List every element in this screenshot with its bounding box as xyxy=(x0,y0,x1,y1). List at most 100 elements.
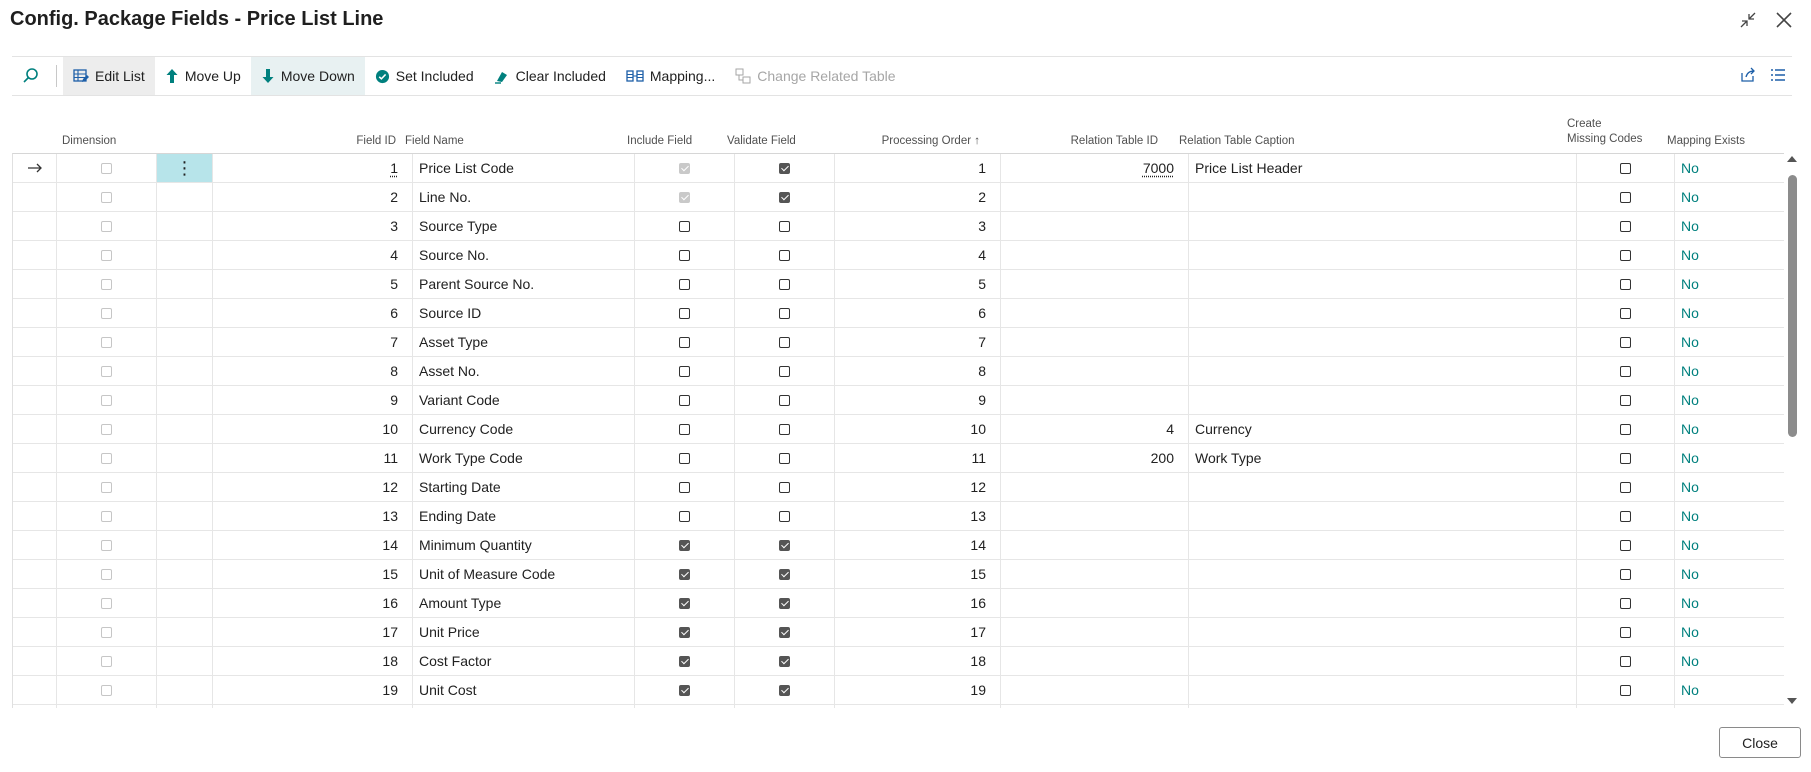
create-missing-codes-checkbox[interactable] xyxy=(1620,191,1631,203)
relation-table-id-cell[interactable] xyxy=(1001,705,1189,708)
row-indicator[interactable] xyxy=(13,473,57,501)
validate-field-checkbox[interactable] xyxy=(779,510,790,522)
processing-order-cell[interactable]: 10 xyxy=(835,415,1001,443)
create-missing-codes-checkbox[interactable] xyxy=(1620,307,1631,319)
row-indicator[interactable] xyxy=(13,183,57,211)
include-field-checkbox[interactable] xyxy=(679,249,690,261)
table-row[interactable]: 18 Cost Factor 18 No xyxy=(13,647,1784,676)
relation-table-id-cell[interactable] xyxy=(1001,328,1189,356)
table-row[interactable]: 2 Line No. 2 No xyxy=(13,183,1784,212)
create-missing-codes-checkbox[interactable] xyxy=(1620,365,1631,377)
more-icon[interactable]: ⋮ xyxy=(176,154,194,182)
validate-field-checkbox[interactable] xyxy=(779,191,790,203)
validate-field-checkbox[interactable] xyxy=(779,394,790,406)
validate-field-checkbox[interactable] xyxy=(779,336,790,348)
processing-order-cell[interactable]: 4 xyxy=(835,241,1001,269)
table-row[interactable]: 13 Ending Date 13 No xyxy=(13,502,1784,531)
mapping-exists-link[interactable]: No xyxy=(1675,183,1784,211)
table-row[interactable]: 8 Asset No. 8 No xyxy=(13,357,1784,386)
processing-order-cell[interactable]: 14 xyxy=(835,531,1001,559)
row-actions-cell[interactable] xyxy=(157,328,213,356)
row-actions-cell[interactable] xyxy=(157,212,213,240)
row-indicator[interactable] xyxy=(13,270,57,298)
row-indicator[interactable] xyxy=(13,357,57,385)
include-field-checkbox[interactable] xyxy=(679,481,690,493)
field-id-cell[interactable]: 14 xyxy=(213,531,413,559)
dimension-checkbox[interactable] xyxy=(101,626,112,638)
validate-field-checkbox[interactable] xyxy=(779,307,790,319)
table-row[interactable]: 20Line Discount %20No xyxy=(13,705,1784,708)
column-header-relation-table-caption[interactable]: Relation Table Caption xyxy=(1179,135,1295,147)
validate-field-checkbox[interactable] xyxy=(779,655,790,667)
row-indicator[interactable] xyxy=(13,241,57,269)
field-id-cell[interactable]: 11 xyxy=(213,444,413,472)
processing-order-cell[interactable]: 11 xyxy=(835,444,1001,472)
mapping-exists-link[interactable]: No xyxy=(1675,531,1784,559)
include-field-checkbox[interactable] xyxy=(679,568,690,580)
field-id-cell[interactable]: 16 xyxy=(213,589,413,617)
row-indicator[interactable] xyxy=(13,415,57,443)
create-missing-codes-checkbox[interactable] xyxy=(1620,539,1631,551)
processing-order-cell[interactable]: 12 xyxy=(835,473,1001,501)
change-related-table-button[interactable]: Change Related Table xyxy=(725,57,905,95)
validate-field-checkbox[interactable] xyxy=(779,481,790,493)
include-field-checkbox[interactable] xyxy=(679,597,690,609)
processing-order-cell[interactable]: 5 xyxy=(835,270,1001,298)
row-indicator[interactable] xyxy=(13,154,57,182)
validate-field-checkbox[interactable] xyxy=(779,423,790,435)
field-id-cell[interactable]: 19 xyxy=(213,676,413,704)
row-actions-cell[interactable] xyxy=(157,299,213,327)
processing-order-cell[interactable]: 2 xyxy=(835,183,1001,211)
include-field-checkbox[interactable] xyxy=(679,307,690,319)
row-actions-cell[interactable] xyxy=(157,270,213,298)
table-row[interactable]: 16 Amount Type 16 No xyxy=(13,589,1784,618)
mapping-button[interactable]: Mapping... xyxy=(616,57,725,95)
mapping-exists-link[interactable]: No xyxy=(1675,444,1784,472)
row-actions-cell[interactable] xyxy=(157,647,213,675)
row-actions-cell[interactable] xyxy=(157,241,213,269)
field-id-cell[interactable]: 2 xyxy=(213,183,413,211)
mapping-exists-link[interactable]: No xyxy=(1675,676,1784,704)
row-indicator[interactable] xyxy=(13,589,57,617)
row-actions-cell[interactable] xyxy=(157,415,213,443)
relation-table-id-cell[interactable] xyxy=(1001,560,1189,588)
dimension-checkbox[interactable] xyxy=(101,336,112,348)
dimension-checkbox[interactable] xyxy=(101,510,112,522)
include-field-checkbox[interactable] xyxy=(679,220,690,232)
table-row[interactable]: 11 Work Type Code 11 200 Work Type No xyxy=(13,444,1784,473)
row-actions-cell[interactable] xyxy=(157,560,213,588)
relation-table-id-cell[interactable] xyxy=(1001,589,1189,617)
table-row[interactable]: 15 Unit of Measure Code 15 No xyxy=(13,560,1784,589)
include-field-checkbox[interactable] xyxy=(679,452,690,464)
create-missing-codes-checkbox[interactable] xyxy=(1620,655,1631,667)
relation-table-id-cell[interactable] xyxy=(1001,473,1189,501)
include-field-checkbox[interactable] xyxy=(679,655,690,667)
validate-field-checkbox[interactable] xyxy=(779,539,790,551)
column-header-relation-table-id[interactable]: Relation Table ID xyxy=(1012,135,1158,147)
processing-order-cell[interactable]: 16 xyxy=(835,589,1001,617)
row-indicator[interactable] xyxy=(13,386,57,414)
relation-table-id-cell[interactable] xyxy=(1001,357,1189,385)
create-missing-codes-checkbox[interactable] xyxy=(1620,510,1631,522)
close-window-button[interactable] xyxy=(1772,8,1796,32)
include-field-checkbox[interactable] xyxy=(679,191,690,203)
mapping-exists-link[interactable]: No xyxy=(1675,270,1784,298)
processing-order-cell[interactable]: 18 xyxy=(835,647,1001,675)
include-field-checkbox[interactable] xyxy=(679,626,690,638)
field-id-cell[interactable]: 17 xyxy=(213,618,413,646)
include-field-checkbox[interactable] xyxy=(679,365,690,377)
row-actions-cell[interactable] xyxy=(157,705,213,708)
row-indicator[interactable] xyxy=(13,299,57,327)
processing-order-cell[interactable]: 13 xyxy=(835,502,1001,530)
processing-order-cell[interactable]: 6 xyxy=(835,299,1001,327)
field-id-cell[interactable]: 6 xyxy=(213,299,413,327)
set-included-button[interactable]: Set Included xyxy=(365,57,484,95)
field-id-cell[interactable]: 8 xyxy=(213,357,413,385)
mapping-exists-link[interactable]: No xyxy=(1675,328,1784,356)
row-indicator[interactable] xyxy=(13,531,57,559)
relation-table-id-cell[interactable] xyxy=(1001,241,1189,269)
dimension-checkbox[interactable] xyxy=(101,394,112,406)
column-header-mapping-exists[interactable]: Mapping Exists xyxy=(1667,135,1745,147)
validate-field-checkbox[interactable] xyxy=(779,249,790,261)
search-button[interactable] xyxy=(12,57,50,95)
